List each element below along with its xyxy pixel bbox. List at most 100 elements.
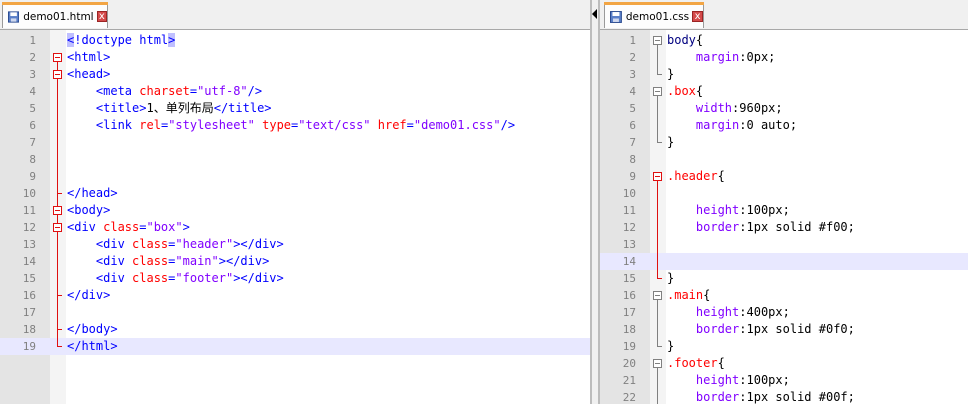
tab-demo01-html[interactable]: demo01.html x [2, 2, 108, 28]
fold-collapse-icon[interactable] [53, 53, 62, 62]
code-token: "text/css" [298, 118, 371, 132]
fold-collapse-icon[interactable] [653, 291, 662, 300]
code-line[interactable]: 7} [600, 134, 968, 151]
code-token: width [695, 101, 733, 115]
code-token: </title> [213, 101, 272, 115]
css-code-area[interactable]: 1 body{2 margin:0px; 3} 4 .box{5 width:960px… [600, 30, 968, 404]
code-line[interactable]: 3} [600, 66, 968, 83]
line-number: 19 [622, 340, 636, 353]
code-line[interactable]: 17 [0, 304, 590, 321]
code-line[interactable]: 5 <title>1、单列布局</title> [0, 100, 590, 117]
code-text: } [667, 338, 674, 355]
code-token: </body> [67, 322, 118, 336]
code-token: class [103, 220, 140, 234]
code-line[interactable]: 9 [0, 168, 590, 185]
line-number: 13 [622, 238, 636, 251]
html-code-area[interactable]: 1 <!doctype html> 2 <html> 3 <head> 4 <meta ch… [0, 30, 590, 404]
fold-collapse-icon[interactable] [653, 172, 662, 181]
code-line[interactable]: 21 height:100px; [600, 372, 968, 389]
code-line[interactable]: 3 <head> [0, 66, 590, 83]
code-line[interactable]: 12 border:1px solid #f00; [600, 219, 968, 236]
line-number: 20 [622, 357, 636, 370]
line-number: 17 [622, 306, 636, 319]
code-text: <html> [67, 49, 110, 66]
code-line[interactable]: 8 [600, 151, 968, 168]
code-text: </body> [67, 321, 118, 338]
code-token: 1px solid #f00; [746, 220, 855, 234]
save-icon [610, 10, 622, 23]
code-line[interactable]: 2 <html> [0, 49, 590, 66]
code-line[interactable]: 4 <meta charset="utf-8"/> [0, 83, 590, 100]
code-text: <div class="main"></div> [67, 253, 269, 270]
html-editor-pane[interactable]: demo01.html x 1 <!doctype html> 2 <html> 3 <h… [0, 0, 590, 404]
fold-collapse-icon[interactable] [53, 223, 62, 232]
fold-end-mark [57, 329, 62, 330]
fold-collapse-icon[interactable] [653, 36, 662, 45]
fold-collapse-icon[interactable] [653, 87, 662, 96]
fold-collapse-icon[interactable] [53, 206, 62, 215]
code-line[interactable]: 2 margin:0px; [600, 49, 968, 66]
code-text: <link rel="stylesheet" type="text/css" h… [67, 117, 515, 134]
code-line[interactable]: 1 <!doctype html> [0, 32, 590, 49]
code-token: 1px solid #00f; [746, 390, 855, 404]
code-line[interactable]: 11 height:100px; [600, 202, 968, 219]
fold-guide-line [57, 79, 58, 194]
code-token: !doctype html [74, 33, 169, 47]
code-token: } [667, 67, 675, 81]
fold-end-mark [657, 74, 662, 75]
tab-demo01-css[interactable]: demo01.css x [604, 2, 704, 28]
line-number: 7 [629, 136, 636, 149]
code-line[interactable]: 19 </html> [0, 338, 590, 355]
fold-guide-line [657, 96, 658, 143]
line-number: 13 [22, 238, 36, 251]
line-number: 2 [629, 51, 636, 64]
code-text: <div class="box"> [67, 219, 190, 236]
code-line[interactable]: 6 <link rel="stylesheet" type="text/css"… [0, 117, 590, 134]
code-token: } [667, 135, 675, 149]
tab-label: demo01.css [625, 10, 690, 23]
code-line[interactable]: 18 border:1px solid #0f0; [600, 321, 968, 338]
code-token: "utf-8" [197, 84, 248, 98]
code-line[interactable]: 10 [600, 185, 968, 202]
line-number: 18 [622, 323, 636, 336]
code-line[interactable]: 12 <div class="box"> [0, 219, 590, 236]
code-line[interactable]: 10 </head> [0, 185, 590, 202]
code-line[interactable]: 8 [0, 151, 590, 168]
line-number: 1 [629, 34, 636, 47]
close-tab-icon[interactable]: x [692, 11, 703, 22]
code-line[interactable]: 11 <body> [0, 202, 590, 219]
code-token: body [667, 33, 696, 47]
code-text: .footer{ [667, 355, 725, 372]
code-line[interactable]: 5 width:960px; [600, 100, 968, 117]
code-token: { [695, 33, 704, 47]
code-line[interactable]: 19} [600, 338, 968, 355]
fold-collapse-icon[interactable] [53, 70, 62, 79]
code-line[interactable]: 7 [0, 134, 590, 151]
code-line[interactable]: 14 [600, 253, 968, 270]
css-editor-pane[interactable]: demo01.css x 1 body{2 margin:0px; 3} 4 .box{… [600, 0, 968, 404]
code-line[interactable]: 14 <div class="main"></div> [0, 253, 590, 270]
code-line[interactable]: 15 <div class="footer"></div> [0, 270, 590, 287]
code-line[interactable]: 13 [600, 236, 968, 253]
code-line[interactable]: 18 </body> [0, 321, 590, 338]
code-line[interactable]: 22 border:1px solid #00f; [600, 389, 968, 404]
line-number: 19 [22, 340, 36, 353]
code-line[interactable]: 15} [600, 270, 968, 287]
code-token: 100px; [746, 373, 790, 387]
line-number: 17 [22, 306, 36, 319]
code-token: height [695, 373, 740, 387]
code-line[interactable]: 16 </div> [0, 287, 590, 304]
code-line[interactable]: 6 margin:0 auto; [600, 117, 968, 134]
code-line[interactable]: 17 height:400px; [600, 304, 968, 321]
fold-collapse-icon[interactable] [653, 359, 662, 368]
code-token: : [739, 203, 747, 217]
code-token: .footer [667, 356, 718, 370]
code-line[interactable]: 13 <div class="header"></div> [0, 236, 590, 253]
code-text: <!doctype html> [67, 32, 176, 49]
close-tab-icon[interactable]: x [96, 11, 107, 22]
code-token: href [377, 118, 407, 132]
